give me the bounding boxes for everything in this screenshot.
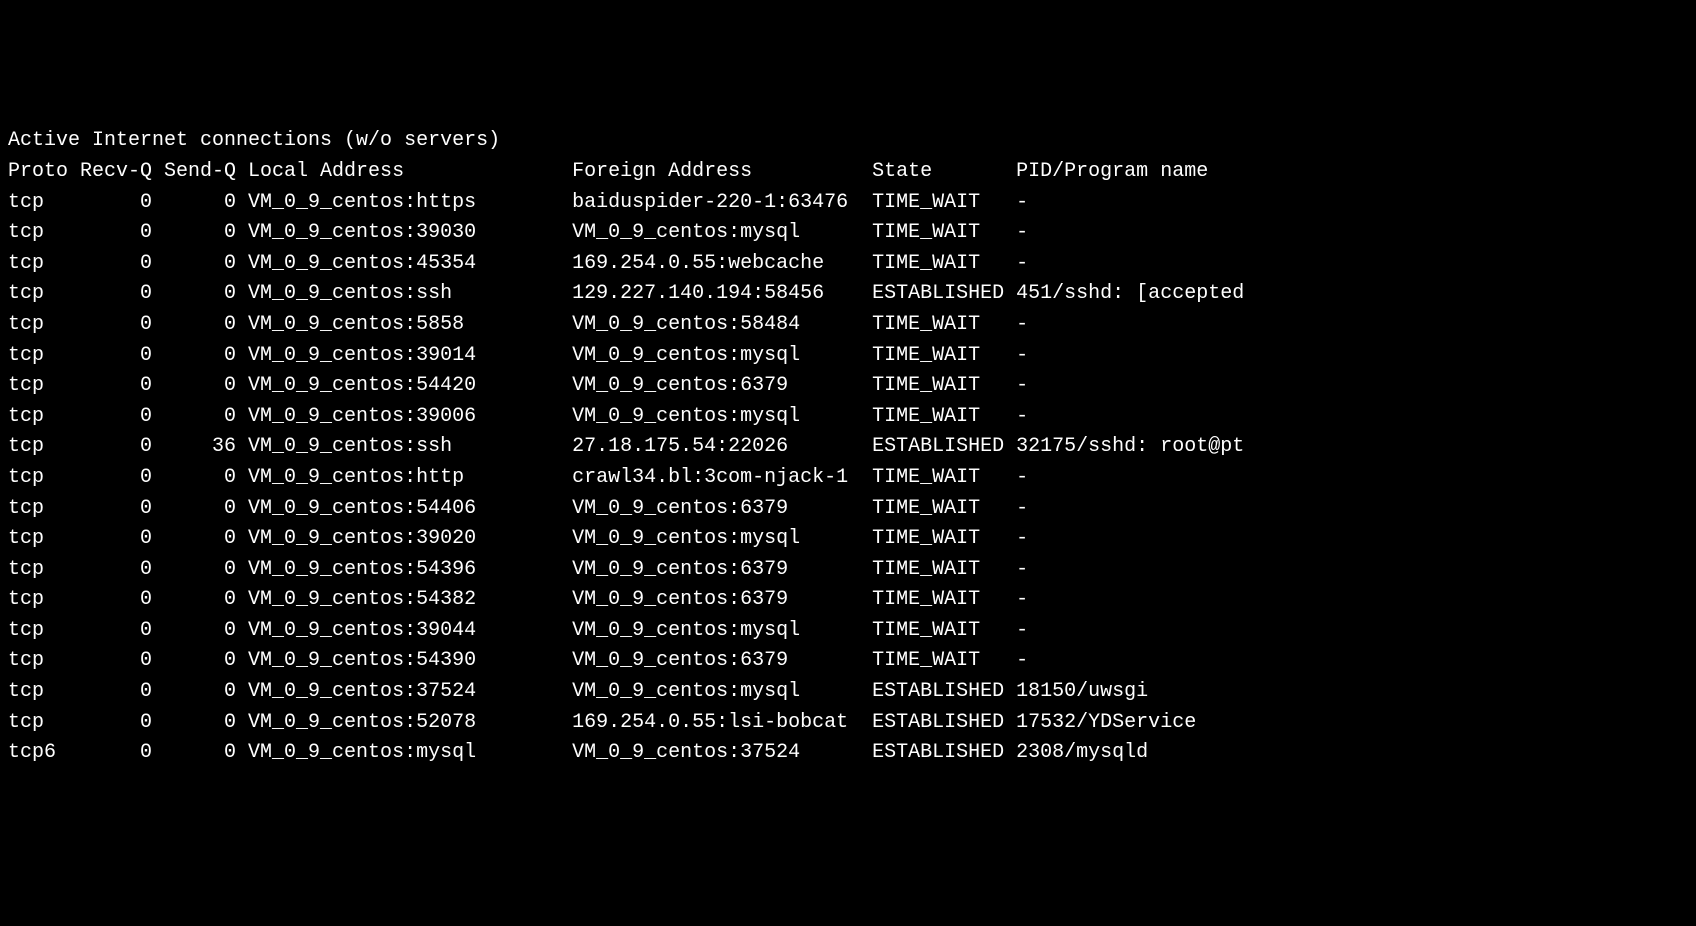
connection-row: tcp 0 0 VM_0_9_centos:5858 VM_0_9_centos… xyxy=(8,310,1688,341)
connection-row: tcp 0 0 VM_0_9_centos:54382 VM_0_9_cento… xyxy=(8,585,1688,616)
terminal-output: Active Internet connections (w/o servers… xyxy=(8,126,1688,768)
connection-row: tcp 0 0 VM_0_9_centos:52078 169.254.0.55… xyxy=(8,708,1688,739)
connection-row: tcp6 0 0 VM_0_9_centos:mysql VM_0_9_cent… xyxy=(8,738,1688,769)
connection-row: tcp 0 36 VM_0_9_centos:ssh 27.18.175.54:… xyxy=(8,432,1688,463)
connection-row: tcp 0 0 VM_0_9_centos:39006 VM_0_9_cento… xyxy=(8,402,1688,433)
connection-row: tcp 0 0 VM_0_9_centos:54420 VM_0_9_cento… xyxy=(8,371,1688,402)
connection-row: tcp 0 0 VM_0_9_centos:37524 VM_0_9_cento… xyxy=(8,677,1688,708)
connection-row: tcp 0 0 VM_0_9_centos:39014 VM_0_9_cento… xyxy=(8,341,1688,372)
connection-row: tcp 0 0 VM_0_9_centos:https baiduspider-… xyxy=(8,188,1688,219)
connection-row: tcp 0 0 VM_0_9_centos:ssh 129.227.140.19… xyxy=(8,279,1688,310)
connection-row: tcp 0 0 VM_0_9_centos:54390 VM_0_9_cento… xyxy=(8,646,1688,677)
connection-row: tcp 0 0 VM_0_9_centos:39020 VM_0_9_cento… xyxy=(8,524,1688,555)
connection-row: tcp 0 0 VM_0_9_centos:54396 VM_0_9_cento… xyxy=(8,555,1688,586)
title-line: Active Internet connections (w/o servers… xyxy=(8,126,1688,157)
connection-row: tcp 0 0 VM_0_9_centos:45354 169.254.0.55… xyxy=(8,249,1688,280)
header-row: Proto Recv-Q Send-Q Local Address Foreig… xyxy=(8,157,1688,188)
connection-row: tcp 0 0 VM_0_9_centos:39044 VM_0_9_cento… xyxy=(8,616,1688,647)
connection-row: tcp 0 0 VM_0_9_centos:54406 VM_0_9_cento… xyxy=(8,494,1688,525)
connection-row: tcp 0 0 VM_0_9_centos:39030 VM_0_9_cento… xyxy=(8,218,1688,249)
connection-row: tcp 0 0 VM_0_9_centos:http crawl34.bl:3c… xyxy=(8,463,1688,494)
